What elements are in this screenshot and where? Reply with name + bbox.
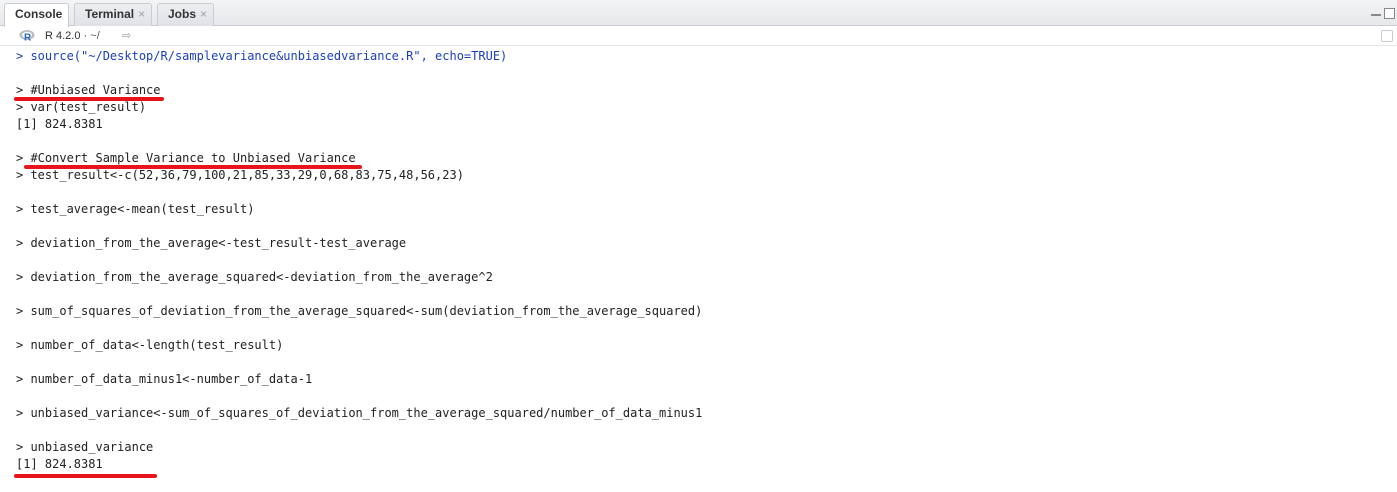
console-toolbar: R R 4.2.0 · ~/ ⇨ xyxy=(0,26,1397,46)
working-directory: ~/ xyxy=(90,30,100,42)
tab-terminal-label: Terminal xyxy=(85,7,135,21)
console-line: > number_of_data_minus1<-number_of_data-… xyxy=(16,372,313,386)
r-version-text: R 4.2.0 xyxy=(45,30,81,42)
tab-console-label: Console xyxy=(15,7,63,21)
console-line: > number_of_data<-length(test_result) xyxy=(16,338,284,352)
r-version-label: R 4.2.0 · ~/ xyxy=(45,29,100,43)
console-line: [1] 824.8381 xyxy=(16,457,103,471)
console-line: > sum_of_squares_of_deviation_from_the_a… xyxy=(16,304,703,318)
console-line: > var(test_result) xyxy=(16,100,147,114)
minimize-icon[interactable] xyxy=(1371,14,1381,16)
clear-console-icon[interactable] xyxy=(1381,30,1393,42)
pane-tab-bar: Console Terminal × Jobs × xyxy=(0,0,1397,27)
tab-jobs-label: Jobs xyxy=(168,7,197,21)
close-icon[interactable]: × xyxy=(200,7,207,21)
tab-console[interactable]: Console xyxy=(4,3,70,27)
window-controls xyxy=(1365,8,1395,22)
separator-dot: · xyxy=(83,30,88,42)
r-logo-icon: R xyxy=(19,30,35,43)
maximize-icon[interactable] xyxy=(1384,8,1395,19)
console-line: > unbiased_variance<-sum_of_squares_of_d… xyxy=(16,406,703,420)
arrow-right-icon[interactable]: ⇨ xyxy=(122,29,131,42)
tab-jobs[interactable]: Jobs × xyxy=(157,3,215,26)
console-line: > test_average<-mean(test_result) xyxy=(16,202,255,216)
console-line: > test_result<-c(52,36,79,100,21,85,33,2… xyxy=(16,168,464,182)
close-icon[interactable]: × xyxy=(138,7,145,21)
console-line: > deviation_from_the_average_squared<-de… xyxy=(16,270,493,284)
console-line: > unbiased_variance xyxy=(16,440,154,454)
console-line: > source("~/Desktop/R/samplevariance&unb… xyxy=(16,49,508,63)
console-output[interactable]: > source("~/Desktop/R/samplevariance&unb… xyxy=(16,48,1386,488)
console-scrollbar[interactable] xyxy=(1385,46,1397,492)
tab-terminal[interactable]: Terminal × xyxy=(74,3,153,26)
annotation-underline xyxy=(14,474,157,478)
annotation-underline xyxy=(14,97,164,101)
svg-text:R: R xyxy=(24,33,32,43)
console-line: [1] 824.8381 xyxy=(16,117,103,131)
console-line: > deviation_from_the_average<-test_resul… xyxy=(16,236,407,250)
annotation-underline xyxy=(24,165,362,169)
